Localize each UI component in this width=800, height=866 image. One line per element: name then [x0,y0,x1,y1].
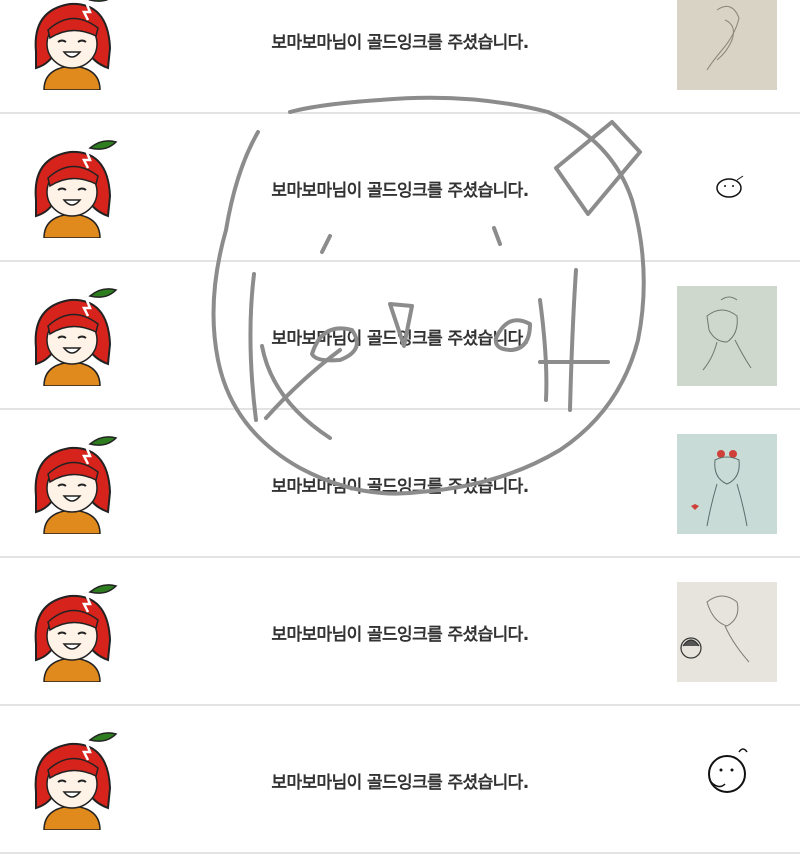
notification-row[interactable]: 보마보마님이 골드잉크를 주셨습니다. [0,410,800,558]
notification-message: 보마보마님이 골드잉크를 주셨습니다. [271,33,529,53]
sketch-thumbnail[interactable] [677,0,777,90]
red-hair-girl-avatar-icon[interactable] [22,434,122,534]
red-hair-girl-avatar-icon[interactable] [22,730,122,830]
sketch-thumbnail[interactable] [677,582,777,682]
notification-message: 보마보마님이 골드잉크를 주셨습니다. [271,329,529,349]
notification-row[interactable]: 보마보마님이 골드잉크를 주셨습니다. [0,0,800,114]
red-hair-girl-avatar-icon[interactable] [22,138,122,238]
notification-message: 보마보마님이 골드잉크를 주셨습니다. [271,625,529,645]
notification-feed: 보마보마님이 골드잉크를 주셨습니다. 보마보마님이 골드잉크를 주셨습니다. … [0,0,800,866]
red-hair-girl-avatar-icon[interactable] [22,286,122,386]
notification-row[interactable]: 보마보마님이 골드잉크를 주셨습니다. [0,558,800,706]
red-hair-girl-avatar-icon[interactable] [22,0,122,90]
sketch-thumbnail[interactable] [677,138,777,238]
sketch-thumbnail[interactable] [677,730,777,830]
notification-message: 보마보마님이 골드잉크를 주셨습니다. [271,477,529,497]
notification-row[interactable]: 보마보마님이 골드잉크를 주셨습니다. [0,262,800,410]
notification-row[interactable]: 보마보마님이 골드잉크를 주셨습니다. [0,114,800,262]
notification-message: 보마보마님이 골드잉크를 주셨습니다. [271,181,529,201]
notification-message: 보마보마님이 골드잉크를 주셨습니다. [271,773,529,793]
red-hair-girl-avatar-icon[interactable] [22,582,122,682]
sketch-thumbnail[interactable] [677,286,777,386]
sketch-thumbnail[interactable] [677,434,777,534]
notification-row[interactable]: 보마보마님이 골드잉크를 주셨습니다. [0,706,800,854]
